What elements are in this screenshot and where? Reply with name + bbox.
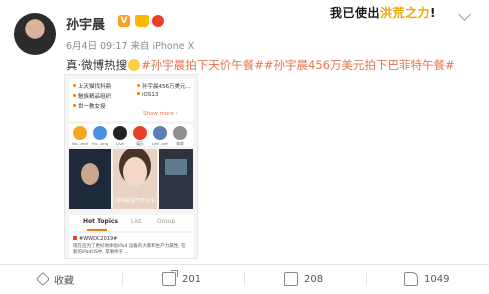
smile-emoji-icon xyxy=(128,59,141,71)
tab-hot-topics: Hot Topics xyxy=(83,218,118,225)
hot-item: 孙宇晨456万美元... xyxy=(137,82,191,90)
favorite-label: 收藏 xyxy=(54,275,74,287)
app-label: Life...ser xyxy=(151,141,169,146)
hot-item: iOS13 xyxy=(137,92,158,98)
share-count: 201 xyxy=(182,273,202,285)
thumbs-up-icon xyxy=(404,272,418,286)
media-thumb-right xyxy=(159,149,193,209)
comment-icon xyxy=(284,272,298,286)
feed-item: #WWDC2019# 现在连为了更好地体验iPad 设备的大家和生产力属性, 在… xyxy=(69,233,193,258)
topic-tabs: Hot Topics List Group xyxy=(69,215,193,231)
app-shortcuts-row: No...end Hu...ong Live 娱乐 Life...ser 体育 xyxy=(69,124,193,146)
app-icon xyxy=(173,126,187,140)
attached-screenshot[interactable]: 上天猫找科鼎 孙宇晨456万美元... 魅族精品组织 iOS13 世一教女授 S… xyxy=(64,74,198,259)
feed-hashtag: #WWDC2019# xyxy=(73,236,117,242)
share-icon xyxy=(162,270,178,286)
divider xyxy=(244,272,245,286)
divider xyxy=(366,272,367,286)
face-image xyxy=(123,157,147,187)
face-image xyxy=(81,163,99,185)
brand-banner-part-c: ! xyxy=(430,6,437,20)
app-label: Hu...ong xyxy=(91,141,109,146)
chevron-down-icon[interactable] xyxy=(458,8,471,21)
app-icon xyxy=(93,126,107,140)
feed-text: 现在连为了更好地体验iPad 设备的大家和生产力属性, 在新的iPadOS中, … xyxy=(73,244,186,255)
star-icon xyxy=(35,271,51,287)
avatar[interactable] xyxy=(14,13,56,55)
share-button[interactable]: 201 xyxy=(162,268,201,290)
hashtag-link[interactable]: #孙宇晨拍下天价午餐##孙宇晨456万美元拍下巴菲特午餐# xyxy=(141,58,455,72)
thumb-image xyxy=(165,159,187,175)
media-caption: 孙宇晨拍下天价午... xyxy=(115,198,160,204)
comment-count: 208 xyxy=(304,273,324,285)
like-count: 1049 xyxy=(424,273,450,285)
brand-banner-part-b: 洪荒之力 xyxy=(380,6,431,20)
divider xyxy=(0,264,489,265)
app-label: No...end xyxy=(72,141,88,146)
like-button[interactable]: 1049 xyxy=(404,268,449,290)
favorite-button[interactable]: 收藏 xyxy=(35,268,74,290)
show-more-link: Show more › xyxy=(143,111,178,117)
fire-icon xyxy=(152,15,164,27)
app-icon xyxy=(133,126,147,140)
post-meta: 6月4日 09:17 来自 iPhone X xyxy=(66,41,195,52)
tab-group: Group xyxy=(157,218,176,225)
media-row: 孙宇晨拍下天价午... xyxy=(69,149,193,209)
brand-banner-part-a: 我已使出 xyxy=(330,6,381,20)
verified-badge-icon: V xyxy=(118,15,130,27)
username[interactable]: 孙宇晨 xyxy=(66,14,105,33)
hot-item: 魅族精品组织 xyxy=(73,92,111,100)
crown-icon xyxy=(135,15,149,27)
weibo-post-card: 孙宇晨 V 6月4日 09:17 来自 iPhone X 我已使出洪荒之力! 真… xyxy=(0,0,489,294)
hot-item: 世一教女授 xyxy=(73,102,106,110)
post-text-prefix: 真·微博热搜 xyxy=(66,58,128,72)
tab-list: List xyxy=(131,218,142,225)
app-icon xyxy=(153,126,167,140)
hot-search-list: 上天猫找科鼎 孙宇晨456万美元... 魅族精品组织 iOS13 世一教女授 S… xyxy=(69,79,193,121)
brand-banner: 我已使出洪荒之力! xyxy=(330,4,436,21)
comment-button[interactable]: 208 xyxy=(284,268,323,290)
app-label: 体育 xyxy=(176,141,184,146)
tab-underline xyxy=(87,229,107,231)
app-label: 娱乐 xyxy=(136,141,144,146)
hot-item: 上天猫找科鼎 xyxy=(73,82,111,90)
post-text: 真·微博热搜 #孙宇晨拍下天价午餐##孙宇晨456万美元拍下巴菲特午餐# xyxy=(66,57,455,73)
app-icon xyxy=(113,126,127,140)
divider xyxy=(122,272,123,286)
app-icon xyxy=(73,126,87,140)
app-label: Live xyxy=(116,141,124,146)
media-thumb-left xyxy=(69,149,111,209)
